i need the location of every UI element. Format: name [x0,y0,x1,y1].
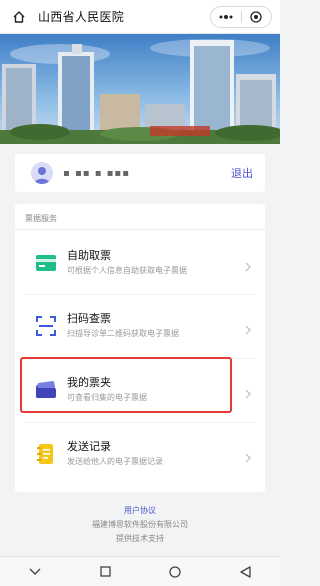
masked-user-name: ▪ ▪▪ ▪ ▪▪▪ [63,167,130,179]
service-item-desc: 扫描导诊单二维码获取电子票据 [67,329,179,338]
footer: 用户协议 福建博思软件股份有限公司 提供技术支持 [0,504,280,546]
recent-apps-icon[interactable] [85,557,125,586]
system-nav-bar [0,556,280,586]
home-circle-icon[interactable] [155,557,195,586]
service-item-name: 扫码查票 [67,312,111,325]
divider [25,358,255,359]
service-item-name: 发送记录 [67,440,111,453]
service-item-desc: 发送给他人的电子票据记录 [67,457,163,466]
service-item-name: 自助取票 [67,249,111,262]
service-item-desc: 可根据个人信息自助获取电子票据 [67,266,187,275]
section-title: 票据服务 [15,204,265,230]
service-item-name: 我的票夹 [67,376,111,389]
chevron-right-icon [245,384,251,403]
company-name: 福建博思软件股份有限公司 [92,520,188,529]
divider [25,422,255,423]
record-icon [35,443,57,465]
service-item-send-records[interactable]: 发送记录 发送给他人的电子票据记录 [15,424,265,484]
close-capsule-icon[interactable] [242,7,272,27]
service-item-my-wallet[interactable]: 我的票夹 可查看归集的电子票据 [15,360,265,420]
card-icon [35,252,57,274]
user-agreement-link[interactable]: 用户协议 [0,504,280,518]
chevron-right-icon [245,448,251,467]
avatar [31,162,53,184]
service-item-self-pickup[interactable]: 自助取票 可根据个人信息自助获取电子票据 [15,233,265,293]
mini-program-capsule [210,6,272,28]
chevron-down-icon[interactable] [15,557,55,586]
home-icon[interactable] [8,6,30,28]
service-item-scan-query[interactable]: 扫码查票 扫描导诊单二维码获取电子票据 [15,296,265,356]
page-title: 山西省人民医院 [38,10,125,24]
support-text: 提供技术支持 [116,534,164,543]
back-icon[interactable] [225,557,265,586]
service-item-desc: 可查看归集的电子票据 [67,393,147,402]
scan-icon [35,315,57,337]
hospital-banner-image [0,34,280,144]
user-card: ▪ ▪▪ ▪ ▪▪▪ 退出 [15,154,265,192]
ticket-service-panel: 票据服务 自助取票 可根据个人信息自助获取电子票据 扫码查票 扫描导诊单二维码获… [15,204,265,492]
more-icon[interactable] [211,7,241,27]
folder-icon [35,379,57,401]
divider [25,294,255,295]
chevron-right-icon [245,320,251,339]
chevron-right-icon [245,257,251,276]
top-bar: 山西省人民医院 [0,0,280,34]
logout-button[interactable]: 退出 [231,165,253,181]
